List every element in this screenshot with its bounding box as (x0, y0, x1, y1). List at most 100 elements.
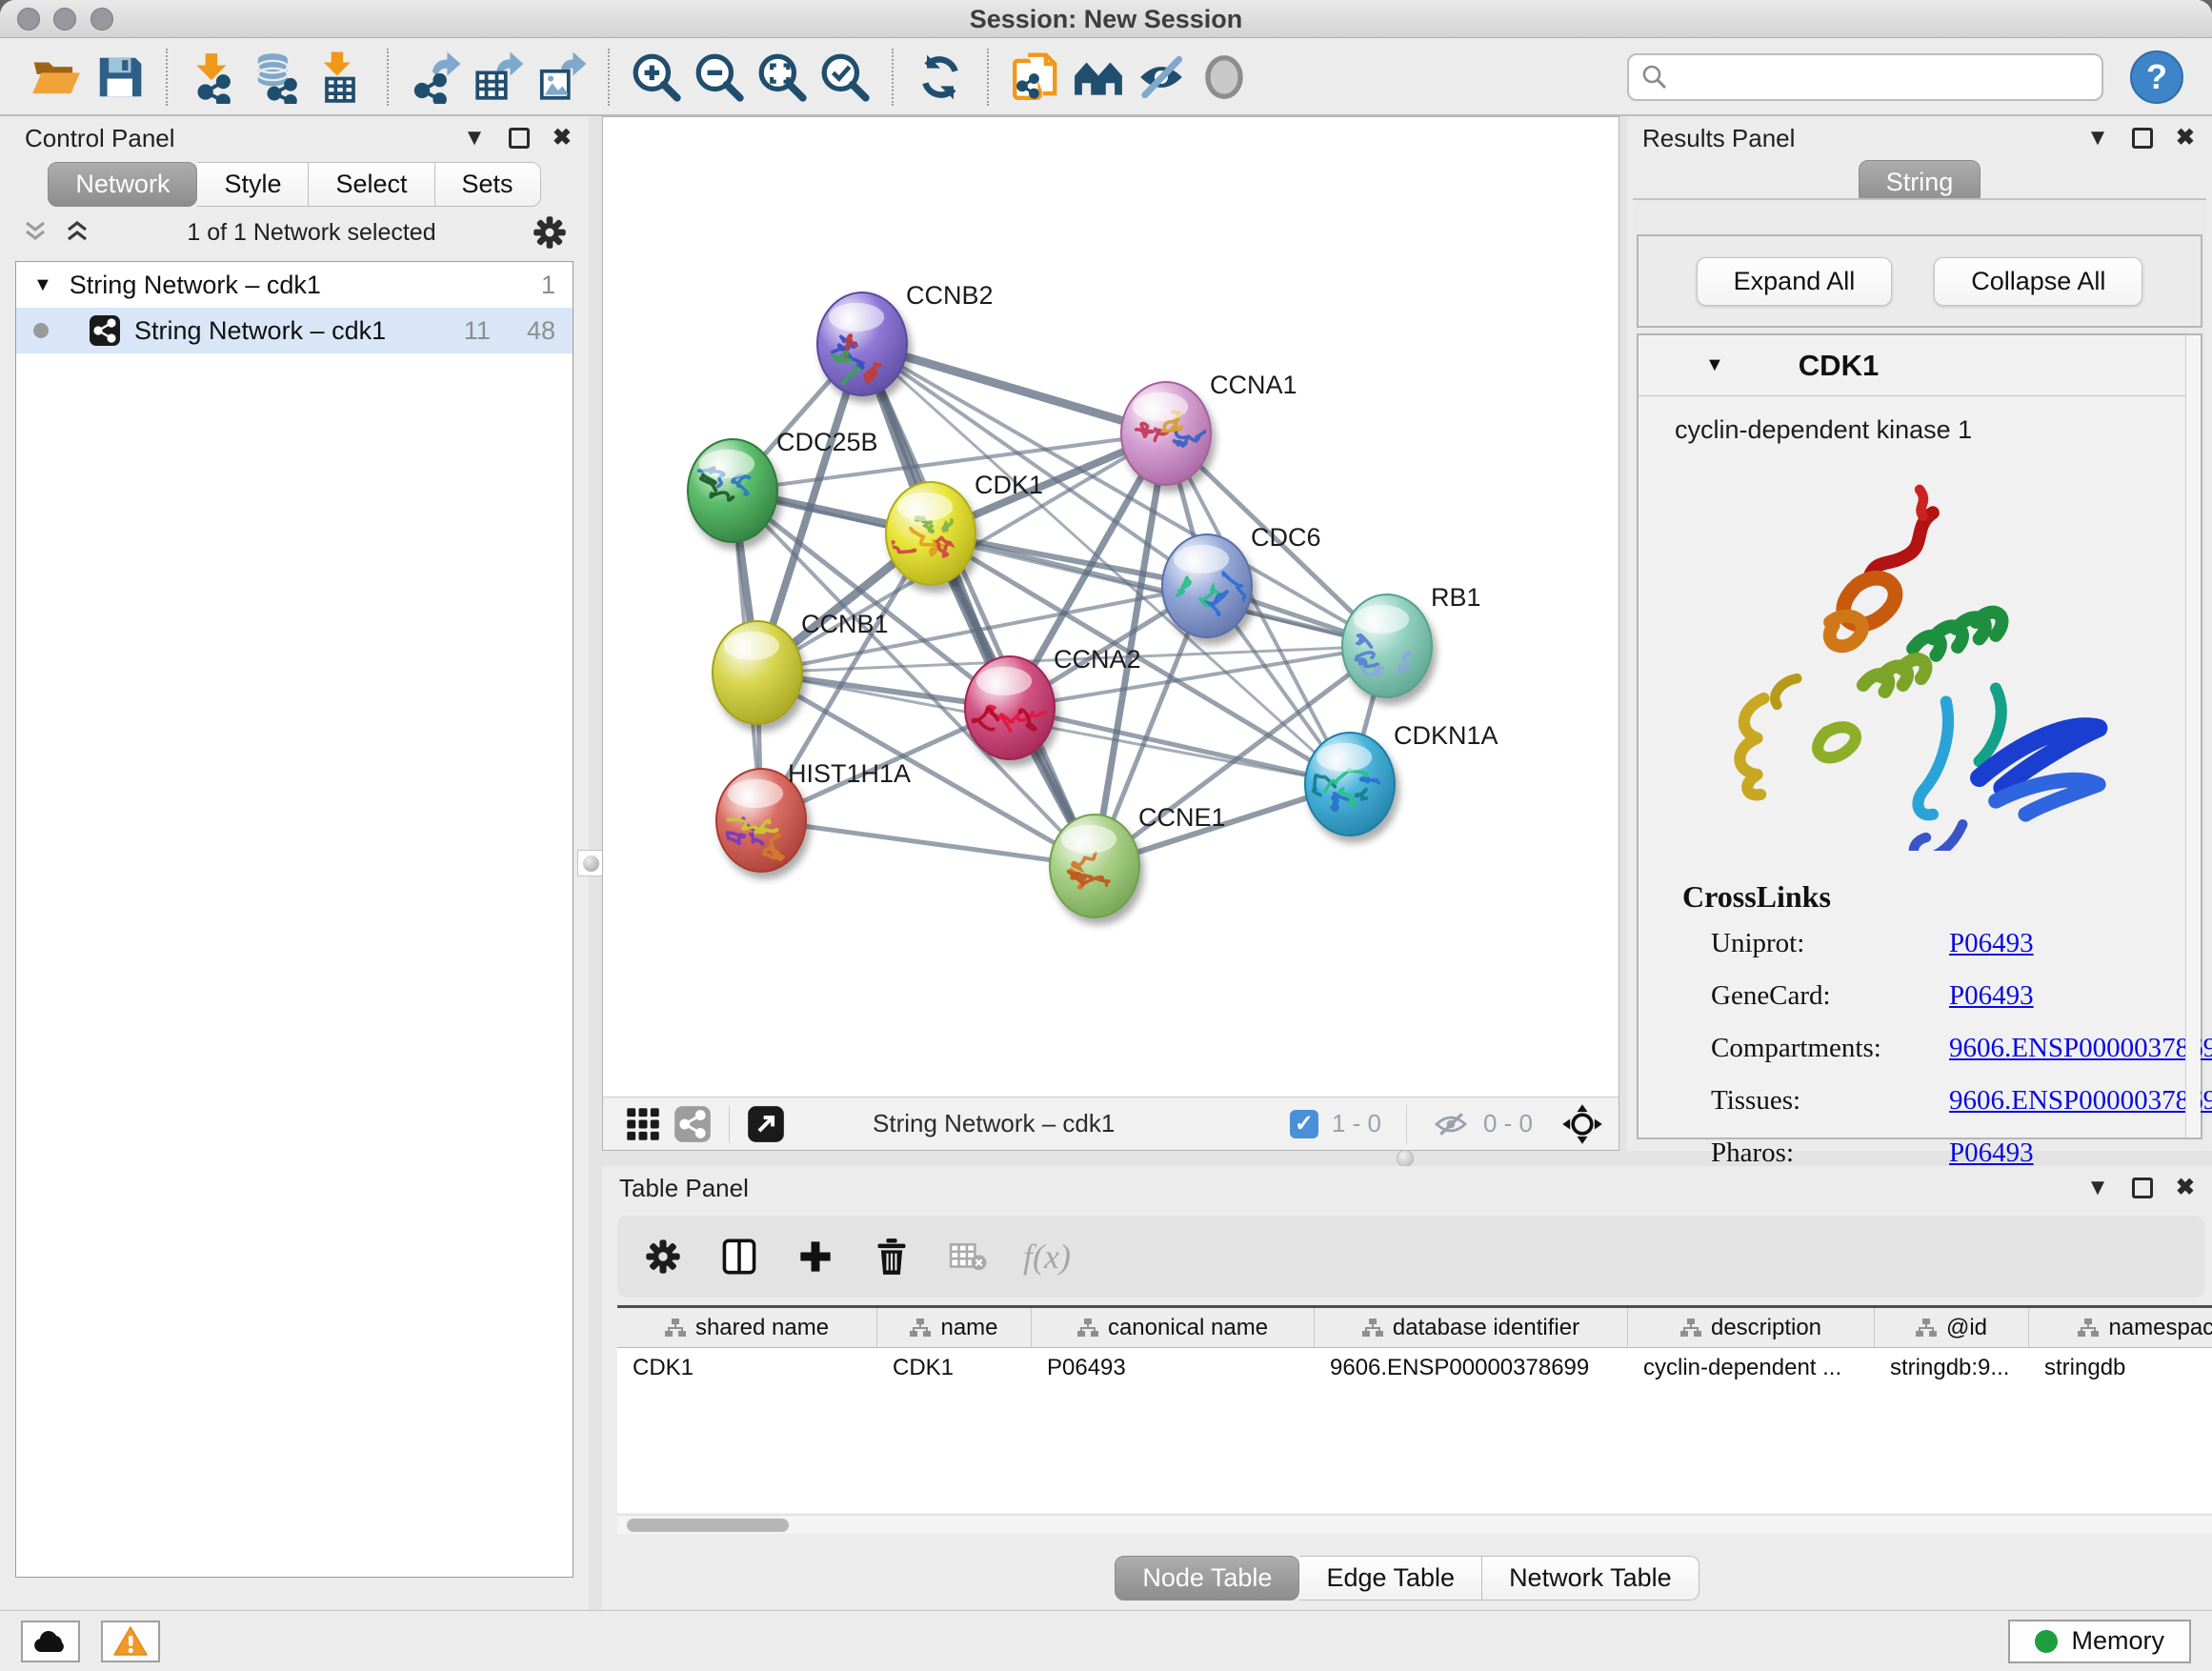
left-splitter[interactable] (589, 116, 602, 1151)
network-node-CCNB1[interactable] (713, 621, 802, 724)
gene-entry-header[interactable]: ▼ CDK1 (1639, 335, 2201, 396)
left-splitter-lower[interactable] (589, 1151, 602, 1610)
control-panel-close-icon[interactable]: ✖ (553, 127, 572, 150)
export-image-button[interactable] (530, 46, 593, 109)
center-view-crosshair-icon[interactable] (1561, 1103, 1603, 1145)
toolbar-separator (387, 49, 389, 106)
warnings-button[interactable] (101, 1621, 160, 1662)
show-grid-button[interactable] (618, 1103, 668, 1145)
create-column-plus-icon[interactable] (794, 1236, 836, 1278)
cloud-status-button[interactable] (21, 1621, 80, 1662)
node-label-CDC6: CDC6 (1251, 523, 1321, 552)
table-tab-edge-table[interactable]: Edge Table (1299, 1556, 1482, 1601)
results-scrollbar[interactable] (2185, 335, 2201, 1137)
results-panel-float-icon[interactable]: ▼ (2086, 127, 2109, 150)
gene-collapse-arrow-icon[interactable]: ▼ (1705, 354, 1724, 376)
table-panel-close-icon[interactable]: ✖ (2176, 1177, 2195, 1199)
zoom-out-button[interactable] (688, 46, 751, 109)
import-network-from-file-button[interactable] (183, 46, 246, 109)
table-row[interactable]: CDK1CDK1P064939606.ENSP00000378699cyclin… (617, 1348, 2212, 1388)
table-panel-title: Table Panel (619, 1174, 749, 1203)
collapse-all-chevrons-icon[interactable] (63, 220, 91, 245)
table-cell: CDK1 (877, 1348, 1032, 1388)
expand-all-chevrons-icon[interactable] (21, 220, 50, 245)
crosslink-link[interactable]: 9606.ENSP00000378699 (1949, 1085, 2212, 1117)
column-header-@id[interactable]: @id (1875, 1308, 2029, 1347)
apply-preferred-layout-button[interactable] (909, 46, 972, 109)
results-panel-close-icon[interactable]: ✖ (2176, 127, 2195, 150)
table-panel-maximize-icon[interactable] (2132, 1178, 2153, 1198)
hidden-items-eye-icon[interactable] (1432, 1110, 1470, 1138)
delete-column-trash-icon[interactable] (871, 1236, 913, 1278)
control-panel-float-icon[interactable]: ▼ (463, 127, 486, 150)
crosslink-link[interactable]: P06493 (1949, 1137, 2212, 1169)
network-node-CCNA1[interactable] (1121, 382, 1211, 485)
open-session-button[interactable] (25, 46, 88, 109)
table-options-gear-icon[interactable] (642, 1236, 684, 1278)
results-panel-maximize-icon[interactable] (2132, 128, 2153, 149)
export-image-icon (534, 50, 588, 104)
table-tab-node-table[interactable]: Node Table (1115, 1556, 1299, 1601)
export-table-button[interactable] (467, 46, 530, 109)
control-tab-sets[interactable]: Sets (435, 162, 541, 207)
selected-nodes-checkbox[interactable]: ✓ (1290, 1110, 1318, 1138)
crosslink-link[interactable]: 9606.ENSP00000378699 (1949, 1033, 2212, 1064)
zoom-selected-button[interactable] (814, 46, 876, 109)
search-input[interactable] (1679, 61, 2090, 92)
network-node-CCNB2[interactable] (817, 292, 907, 395)
column-header-namespace[interactable]: namespace (2029, 1308, 2212, 1347)
crosslink-link[interactable]: P06493 (1949, 980, 2212, 1012)
first-neighbors-button[interactable] (1067, 46, 1130, 109)
collapse-all-button[interactable]: Collapse All (1934, 257, 2142, 306)
save-session-button[interactable] (88, 46, 151, 109)
memory-label: Memory (2071, 1626, 2164, 1656)
network-collection-row[interactable]: ▼ String Network – cdk1 1 (16, 262, 573, 308)
show-all-button[interactable] (1193, 46, 1256, 109)
control-tab-network[interactable]: Network (48, 162, 197, 207)
fit-content-button[interactable] (751, 46, 814, 109)
control-panel-maximize-icon[interactable] (509, 128, 530, 149)
column-header-name[interactable]: name (877, 1308, 1032, 1347)
export-network-button[interactable] (404, 46, 467, 109)
network-canvas[interactable]: CCNB2CCNA1CDC25BCDK1CDC6RB1CCNB1CCNA2CDK… (603, 117, 1619, 1097)
open-in-window-button[interactable] (741, 1103, 791, 1145)
column-header-description[interactable]: description (1628, 1308, 1875, 1347)
network-node-RB1[interactable] (1342, 594, 1432, 697)
network-node-CCNE1[interactable] (1050, 815, 1139, 917)
birds-eye-view-button[interactable] (668, 1103, 717, 1145)
right-splitter[interactable] (1619, 116, 1627, 1151)
zoom-in-button[interactable] (625, 46, 688, 109)
left-splitter-handle[interactable] (577, 850, 604, 876)
table-tab-network-table[interactable]: Network Table (1482, 1556, 1699, 1601)
status-bar: Memory (0, 1610, 2212, 1671)
network-node-CDC6[interactable] (1162, 534, 1257, 637)
expand-all-button[interactable]: Expand All (1697, 257, 1893, 306)
control-tab-select[interactable]: Select (309, 162, 434, 207)
toolbar-separator (608, 49, 610, 106)
import-table-from-file-button[interactable] (309, 46, 372, 109)
network-list-options-gear-icon[interactable] (532, 214, 568, 251)
import-network-from-database-button[interactable] (246, 46, 309, 109)
network-node-CCNA2[interactable] (965, 656, 1055, 759)
new-network-from-selection-button[interactable] (1004, 46, 1067, 109)
control-tab-style[interactable]: Style (197, 162, 309, 207)
hide-selected-button[interactable] (1130, 46, 1193, 109)
horizontal-splitter-knob[interactable] (1397, 1150, 1414, 1167)
crosslink-link[interactable]: P06493 (1949, 928, 2212, 959)
column-header-canonical-name[interactable]: canonical name (1032, 1308, 1315, 1347)
string-network-graph[interactable]: CCNB2CCNA1CDC25BCDK1CDC6RB1CCNB1CCNA2CDK… (603, 117, 1619, 1097)
memory-button[interactable]: Memory (2008, 1620, 2191, 1663)
scrollbar-thumb[interactable] (627, 1519, 789, 1532)
network-node-CDKN1A[interactable] (1305, 733, 1395, 836)
table-panel-float-icon[interactable]: ▼ (2086, 1177, 2109, 1199)
collection-expand-arrow-icon[interactable]: ▼ (33, 274, 52, 296)
column-header-shared-name[interactable]: shared name (617, 1308, 877, 1347)
network-row-selected[interactable]: String Network – cdk1 11 48 (16, 308, 573, 353)
show-columns-icon[interactable] (718, 1236, 760, 1278)
table-horizontal-scrollbar[interactable] (617, 1515, 2212, 1534)
help-button[interactable]: ? (2130, 50, 2183, 104)
network-node-CDC25B[interactable] (688, 439, 777, 542)
column-header-database-identifier[interactable]: database identifier (1315, 1308, 1628, 1347)
main-toolbar: ? (0, 39, 2212, 116)
open-folder-icon (30, 50, 83, 104)
